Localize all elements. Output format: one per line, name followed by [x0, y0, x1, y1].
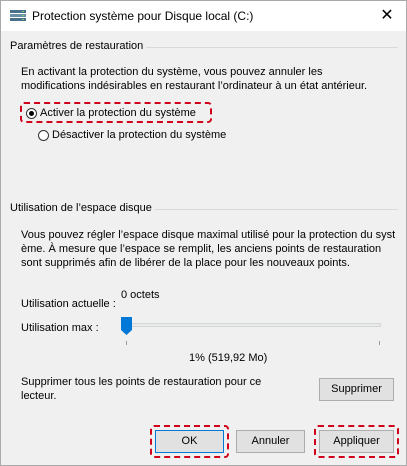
system-protection-dialog: Protection système pour Disque local (C:…	[0, 0, 407, 466]
restore-settings-heading: Paramètres de restauration	[10, 40, 147, 52]
window-title: Protection système pour Disque local (C:…	[32, 9, 254, 23]
delete-button[interactable]: Supprimer	[319, 378, 394, 401]
slider-tick	[379, 341, 380, 345]
delete-text-line2: lecteur.	[21, 390, 57, 402]
title-bar: Protection système pour Disque local (C:…	[1, 1, 406, 31]
restore-description-line2: modifications indésirables en restaurant…	[21, 80, 368, 92]
slider-tick	[126, 341, 127, 345]
disable-protection-option[interactable]: Désactiver la protection du système	[38, 127, 226, 143]
current-usage-value: 0 octets	[121, 289, 160, 301]
close-icon[interactable]: ✕	[376, 5, 398, 27]
enable-option-highlight	[20, 102, 212, 123]
disk-description-line3: sont supprimés afin de libérer de la pla…	[21, 257, 350, 269]
delete-restore-points-text: Supprimer tous les points de restauratio…	[21, 375, 261, 403]
max-usage-label: Utilisation max :	[21, 322, 99, 334]
disk-description-line1: Vous pouvez régler l’espace disque maxim…	[21, 229, 396, 241]
restore-settings-description: En activant la protection du système, vo…	[21, 65, 367, 93]
delete-button-label: Supprimer	[331, 383, 382, 395]
disable-protection-label: Désactiver la protection du système	[52, 129, 227, 141]
cancel-button[interactable]: Annuler	[236, 430, 305, 453]
current-usage-label: Utilisation actuelle :	[21, 298, 116, 310]
disk-usage-description: Vous pouvez régler l’espace disque maxim…	[21, 228, 395, 270]
disable-protection-radio[interactable]	[38, 129, 49, 141]
max-usage-value: 1% (519,92 Mo)	[189, 352, 268, 364]
disk-usage-heading: Utilisation de l’espace disque	[10, 202, 155, 214]
cancel-button-label: Annuler	[251, 435, 290, 447]
system-protection-icon	[10, 10, 26, 21]
disk-description-line2: ème. À mesure que l’espace se remplit, l…	[21, 243, 382, 255]
restore-description-line1: En activant la protection du système, vo…	[21, 66, 323, 78]
ok-button-highlight	[150, 425, 229, 458]
delete-text-line1: Supprimer tous les points de restauratio…	[21, 376, 262, 388]
apply-button-highlight	[314, 425, 399, 458]
max-usage-slider-track[interactable]	[125, 323, 381, 327]
